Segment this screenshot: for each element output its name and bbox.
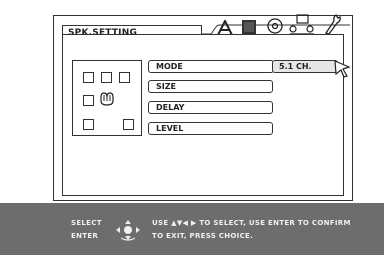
- select-hint-label: SELECT: [71, 219, 102, 227]
- navigation-pad-icon: [116, 220, 140, 241]
- menu-item-label: LEVEL: [156, 124, 184, 133]
- center-speaker: [101, 72, 112, 83]
- help-bar: SELECT ENTER USE ▲▼◀ ▶ TO SELECT, USE EN…: [0, 203, 384, 255]
- help-line-2: TO EXIT, PRESS CHOICE.: [152, 232, 254, 240]
- disc-icon[interactable]: [266, 16, 284, 36]
- pointer-cursor-icon: [334, 60, 351, 78]
- menu-item-label: DELAY: [156, 103, 185, 112]
- subwoofer-speaker: [83, 95, 94, 106]
- wrench-icon[interactable]: [322, 13, 342, 35]
- front-right-speaker: [119, 72, 130, 83]
- menu-item-level[interactable]: LEVEL: [148, 122, 273, 135]
- setup-screen: SPK.SETTING MODE 5.1 CH. SIZE DELAY LEVE…: [0, 0, 384, 255]
- menu-item-label: SIZE: [156, 82, 177, 91]
- front-left-speaker: [83, 72, 94, 83]
- menu-item-delay[interactable]: DELAY: [148, 101, 273, 114]
- surround-left-speaker: [83, 119, 94, 130]
- menu-item-label: MODE: [156, 62, 183, 71]
- mode-value[interactable]: 5.1 CH.: [272, 60, 338, 73]
- help-line-1: USE ▲▼◀ ▶ TO SELECT, USE ENTER TO CONFIR…: [152, 219, 351, 227]
- menu-item-size[interactable]: SIZE: [148, 80, 273, 93]
- enter-hint-label: ENTER: [71, 232, 99, 240]
- listener-icon: [100, 92, 114, 106]
- mode-value-text: 5.1 CH.: [279, 62, 312, 71]
- surround-right-speaker: [123, 119, 134, 130]
- scene-icon[interactable]: [288, 12, 316, 36]
- menu-item-mode[interactable]: MODE: [148, 60, 274, 73]
